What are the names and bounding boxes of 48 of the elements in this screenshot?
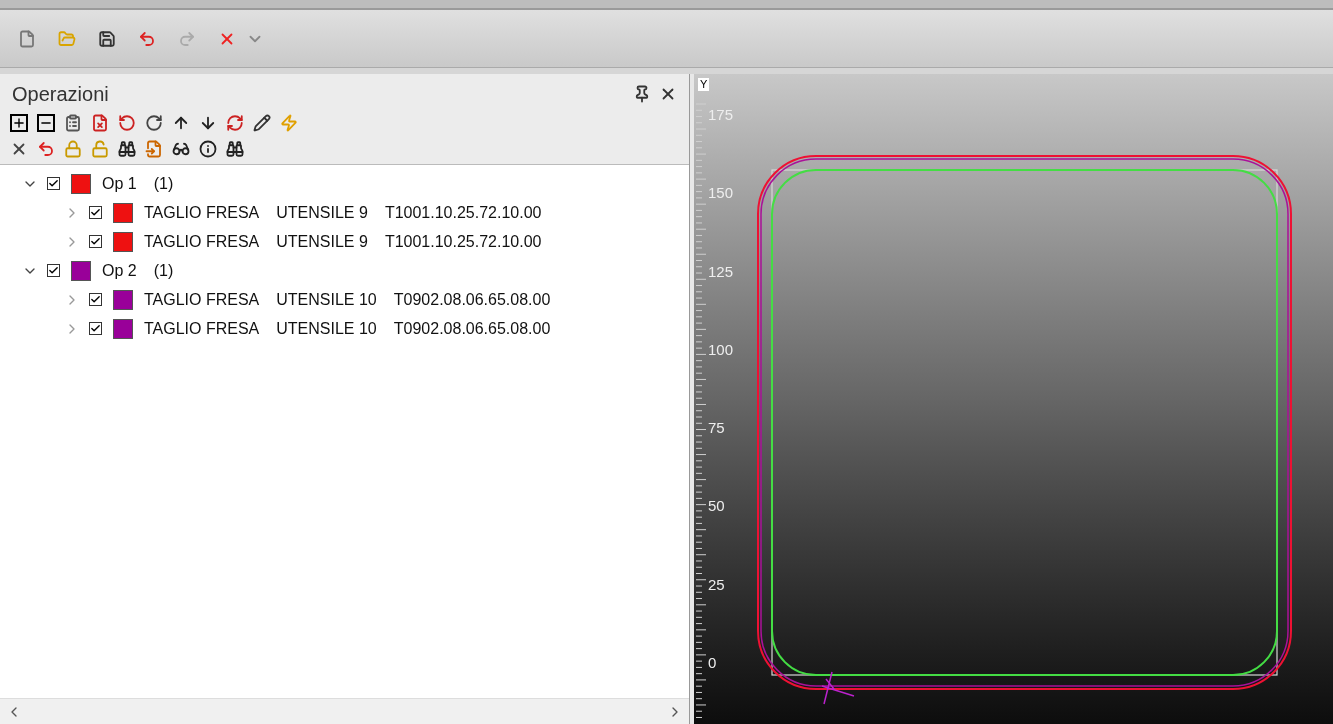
tool-name: UTENSILE 9 — [276, 202, 368, 223]
operation-name: TAGLIO FRESA — [144, 318, 260, 339]
operation-label: Op 1 — [102, 173, 137, 194]
collapse-all-icon[interactable] — [37, 114, 55, 132]
operation-name: TAGLIO FRESA — [144, 202, 260, 223]
info-icon[interactable] — [199, 140, 217, 158]
operation-name: TAGLIO FRESA — [144, 231, 260, 252]
undo-icon[interactable] — [138, 29, 156, 48]
operation-label: Op 2 — [102, 260, 137, 281]
ruler-label: 100 — [708, 341, 734, 357]
tool-code: T1001.10.25.72.10.00 — [384, 231, 542, 252]
tool-name: UTENSILE 10 — [276, 289, 377, 310]
checkbox[interactable] — [47, 264, 60, 277]
operation-name: TAGLIO FRESA — [144, 289, 260, 310]
new-file-icon[interactable] — [18, 29, 36, 48]
panel-title: Operazioni — [12, 82, 110, 107]
save-icon[interactable] — [98, 29, 116, 48]
axis-label: Y — [698, 78, 710, 91]
ruler-label: 25 — [708, 576, 725, 592]
binoculars-icon[interactable] — [118, 140, 136, 158]
ruler-label: 0 — [708, 655, 717, 670]
pencil-icon[interactable] — [253, 114, 271, 132]
checkbox[interactable] — [89, 206, 102, 219]
checkbox[interactable] — [47, 177, 60, 190]
tool-name: UTENSILE 9 — [276, 231, 368, 252]
checkbox[interactable] — [89, 293, 102, 306]
tool-code: T0902.08.06.65.08.00 — [393, 318, 551, 339]
checkbox[interactable] — [89, 322, 102, 335]
operation-count: (1) — [153, 173, 174, 194]
ruler-label: 50 — [708, 498, 725, 514]
import-icon[interactable] — [145, 140, 163, 158]
tool-code: T1001.10.25.72.10.00 — [384, 202, 542, 223]
operation-count: (1) — [153, 260, 174, 281]
refresh-icon[interactable] — [226, 114, 244, 132]
checkbox[interactable] — [89, 235, 102, 248]
arrow-down-icon[interactable] — [199, 114, 217, 132]
ruler-label: 150 — [708, 185, 734, 201]
start-marker-icon — [821, 671, 855, 705]
remove-list-icon[interactable] — [91, 114, 109, 132]
ruler-label: 75 — [708, 420, 725, 436]
ruler-label: 125 — [708, 263, 734, 279]
expand-all-icon[interactable] — [10, 114, 28, 132]
tool-code: T0902.08.06.65.08.00 — [393, 289, 551, 310]
tool-name: UTENSILE 10 — [276, 318, 377, 339]
clipboard-icon[interactable] — [64, 114, 82, 132]
undo-icon[interactable] — [37, 140, 55, 158]
horizontal-scrollbar[interactable] — [0, 698, 689, 724]
pin-icon[interactable] — [633, 85, 651, 103]
